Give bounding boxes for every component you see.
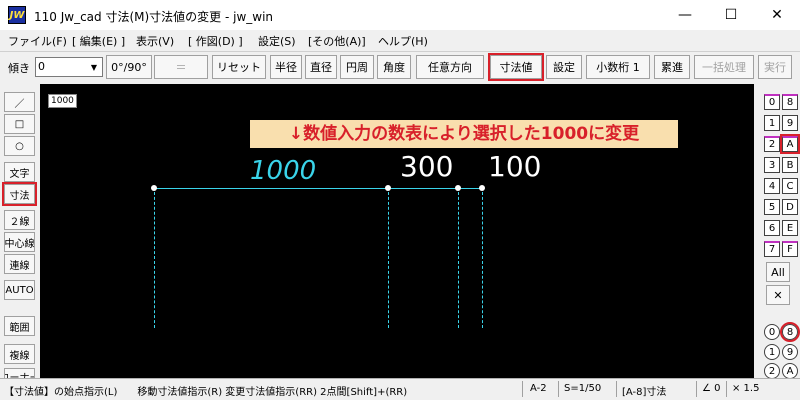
menu-settings[interactable]: 設定(S) bbox=[258, 33, 296, 49]
status-divider bbox=[522, 381, 523, 397]
layer-panel: 0 8 1 9 2 A 3 B 4 C 5 D 6 E 7 F All ✕ 0 … bbox=[754, 86, 800, 379]
close-button[interactable]: ✕ bbox=[754, 0, 800, 30]
settings-button[interactable]: 設定 bbox=[546, 55, 582, 79]
layer-0-button[interactable]: 0 bbox=[764, 94, 780, 110]
layer-A-button[interactable]: A bbox=[780, 134, 800, 154]
layer-C-button[interactable]: C bbox=[782, 178, 798, 194]
status-divider bbox=[696, 381, 697, 397]
status-scale[interactable]: S=1/50 bbox=[564, 383, 601, 394]
layer-5-button[interactable]: 5 bbox=[764, 199, 780, 215]
layer-3-button[interactable]: 3 bbox=[764, 157, 780, 173]
dimension-endpoint bbox=[479, 185, 485, 191]
status-layer-group[interactable]: A-2 bbox=[530, 383, 547, 394]
layer-group-9-button[interactable]: 9 bbox=[782, 344, 798, 360]
layer-1-button[interactable]: 1 bbox=[764, 115, 780, 131]
menu-file[interactable]: ファイル(F) bbox=[8, 33, 67, 49]
status-divider bbox=[726, 381, 727, 397]
tilt-label: 傾き bbox=[8, 62, 30, 75]
dimension-tool-button[interactable]: 寸法 bbox=[2, 182, 37, 206]
left-tool-panel: ／ □ ○ 文字 寸法 ２線 中心線 連線 AUTO 範囲 複線 コーナー bbox=[0, 86, 40, 378]
dimension-value-1000[interactable]: 1000 bbox=[250, 156, 316, 186]
minimize-button[interactable]: — bbox=[662, 0, 708, 30]
layer-F-button[interactable]: F bbox=[782, 241, 798, 257]
close-icon[interactable]: ✕ bbox=[766, 285, 790, 305]
dimension-line bbox=[154, 188, 482, 189]
window-title: 110 Jw_cad 寸法(M)寸法値の変更 - jw_win bbox=[34, 10, 274, 24]
layer-group-A-button[interactable]: A bbox=[782, 363, 798, 379]
dimension-value-300[interactable]: 300 bbox=[400, 152, 453, 182]
status-bar: 【寸法値】の始点指示(L) 移動寸法値指示(R) 変更寸法値指示(RR) 2点間… bbox=[0, 378, 800, 400]
layer-E-button[interactable]: E bbox=[782, 220, 798, 236]
dim-value-button[interactable]: 寸法値 bbox=[488, 53, 544, 81]
rectangle-tool-button[interactable]: □ bbox=[4, 114, 35, 134]
execute-button[interactable]: 実行 bbox=[758, 55, 792, 79]
line-tool-button[interactable]: ／ bbox=[4, 92, 35, 112]
layer-8-button[interactable]: 8 bbox=[782, 94, 798, 110]
status-hint: 【寸法値】の始点指示(L) 移動寸法値指示(R) 変更寸法値指示(RR) 2点間… bbox=[4, 387, 408, 398]
toolbar: 傾き 0 ▼ 0°/90° ＝ リセット 半径 直径 円周 角度 任意方向 寸法… bbox=[0, 52, 800, 82]
connect-line-tool-button[interactable]: 連線 bbox=[4, 254, 35, 274]
menu-edit[interactable]: [ 編集(E) ] bbox=[72, 33, 125, 49]
layer-all-button[interactable]: All bbox=[766, 262, 790, 282]
center-line-tool-button[interactable]: 中心線 bbox=[4, 232, 35, 252]
decimal-places-button[interactable]: 小数桁 1 bbox=[586, 55, 650, 79]
extension-line bbox=[458, 192, 459, 328]
layer-D-button[interactable]: D bbox=[782, 199, 798, 215]
range-tool-button[interactable]: 範囲 bbox=[4, 316, 35, 336]
layer-7-button[interactable]: 7 bbox=[764, 241, 780, 257]
layer-group-0-button[interactable]: 0 bbox=[764, 324, 780, 340]
extension-line bbox=[154, 192, 155, 328]
annotation-banner: ↓数値入力の数表により選択した1000に変更 bbox=[250, 120, 678, 148]
radius-button[interactable]: 半径 bbox=[270, 55, 302, 79]
layer-2-button[interactable]: 2 bbox=[764, 136, 780, 152]
status-multiplier[interactable]: × 1.5 bbox=[732, 383, 759, 394]
dimension-endpoint bbox=[151, 185, 157, 191]
menu-help[interactable]: ヘルプ(H) bbox=[378, 33, 428, 49]
double-line-tool-button[interactable]: ２線 bbox=[4, 210, 35, 230]
offset-tool-button[interactable]: 複線 bbox=[4, 344, 35, 364]
layer-9-button[interactable]: 9 bbox=[782, 115, 798, 131]
reset-button[interactable]: リセット bbox=[212, 55, 266, 79]
circumference-button[interactable]: 円周 bbox=[340, 55, 374, 79]
status-layer[interactable]: [A-8]寸法 bbox=[622, 383, 666, 398]
auto-tool-button[interactable]: AUTO bbox=[4, 280, 35, 300]
extension-line bbox=[482, 192, 483, 328]
status-divider bbox=[616, 381, 617, 397]
menu-view[interactable]: 表示(V) bbox=[136, 33, 174, 49]
angle-dim-button[interactable]: 角度 bbox=[377, 55, 411, 79]
diameter-button[interactable]: 直径 bbox=[305, 55, 337, 79]
layer-group-8-button[interactable]: 8 bbox=[780, 322, 800, 342]
layer-B-button[interactable]: B bbox=[782, 157, 798, 173]
circle-tool-button[interactable]: ○ bbox=[4, 136, 35, 156]
layer-group-1-button[interactable]: 1 bbox=[764, 344, 780, 360]
maximize-button[interactable]: ☐ bbox=[708, 0, 754, 30]
app-icon[interactable]: JW bbox=[8, 6, 26, 24]
cumulative-button[interactable]: 累進 bbox=[654, 55, 690, 79]
layer-group-2-button[interactable]: 2 bbox=[764, 363, 780, 379]
dimension-endpoint bbox=[455, 185, 461, 191]
menu-bar: ファイル(F) [ 編集(E) ] 表示(V) [ 作図(D) ] 設定(S) … bbox=[0, 30, 800, 52]
chevron-down-icon[interactable]: ▼ bbox=[86, 58, 102, 76]
drawing-canvas[interactable]: 1000 ↓数値入力の数表により選択した1000に変更 1000 300 100 bbox=[40, 84, 754, 378]
text-tool-button[interactable]: 文字 bbox=[4, 162, 35, 182]
equals-button[interactable]: ＝ bbox=[154, 55, 208, 79]
batch-process-button[interactable]: 一括処理 bbox=[694, 55, 754, 79]
extension-line bbox=[388, 192, 389, 328]
status-divider bbox=[558, 381, 559, 397]
status-angle[interactable]: ∠ 0 bbox=[702, 383, 721, 394]
layer-4-button[interactable]: 4 bbox=[764, 178, 780, 194]
title-bar: JW 110 Jw_cad 寸法(M)寸法値の変更 - jw_win — ☐ ✕ bbox=[0, 0, 800, 30]
corner-tool-button[interactable]: コーナー bbox=[4, 368, 35, 378]
dimension-endpoint bbox=[385, 185, 391, 191]
scale-badge: 1000 bbox=[48, 94, 77, 108]
dimension-value-100[interactable]: 100 bbox=[488, 152, 541, 182]
menu-other[interactable]: [その他(A)] bbox=[308, 33, 366, 49]
any-direction-button[interactable]: 任意方向 bbox=[416, 55, 484, 79]
angle-toggle-button[interactable]: 0°/90° bbox=[106, 55, 152, 79]
layer-6-button[interactable]: 6 bbox=[764, 220, 780, 236]
menu-draw[interactable]: [ 作図(D) ] bbox=[188, 33, 243, 49]
